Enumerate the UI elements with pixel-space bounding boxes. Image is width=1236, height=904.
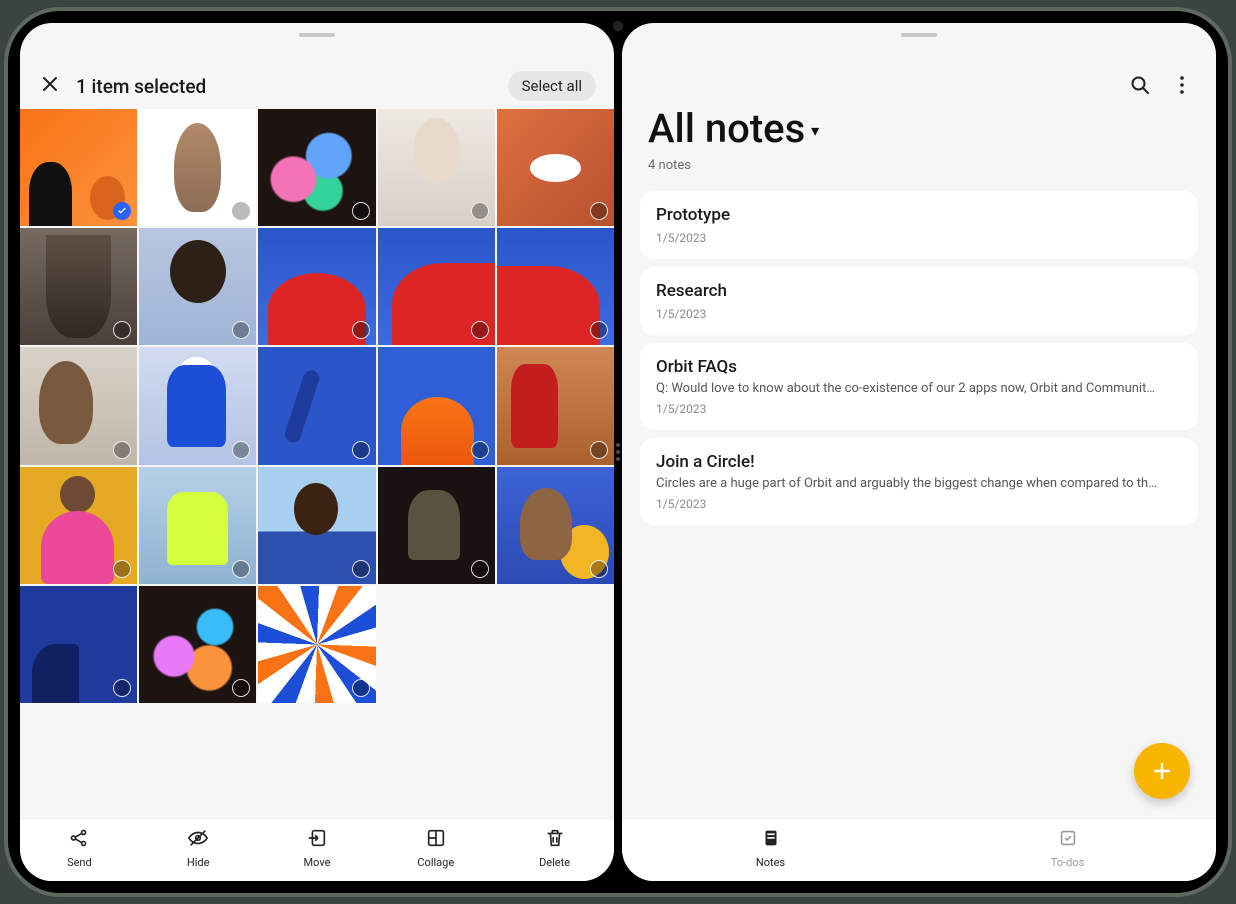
selection-checkbox[interactable] [232,441,250,459]
photo-grid [20,109,614,703]
notes-list: Prototype1/5/2023Research1/5/2023Orbit F… [622,181,1216,535]
selection-checkbox[interactable] [352,441,370,459]
share-icon [68,827,90,852]
add-note-button[interactable] [1134,743,1190,799]
note-date: 1/5/2023 [656,402,1182,416]
photo-thumb[interactable] [139,347,256,464]
move-label: Move [304,856,331,869]
move-icon [306,827,328,852]
photo-thumb[interactable] [139,109,256,226]
note-title: Join a Circle! [656,452,1182,472]
tablet-frame: 1 item selected Select all Send Hide Mov… [4,7,1232,897]
photo-thumb[interactable] [378,467,495,584]
notes-title[interactable]: All notes ▾ [648,105,819,152]
photo-thumb[interactable] [139,467,256,584]
pane-grabber-left[interactable] [299,33,335,37]
send-button[interactable]: Send [39,827,119,869]
photo-thumb[interactable] [378,228,495,345]
photo-thumb[interactable] [258,467,375,584]
close-icon[interactable] [38,72,62,100]
photo-thumb[interactable] [497,347,614,464]
selection-checkbox[interactable] [471,202,489,220]
more-icon[interactable] [1170,73,1194,101]
note-card[interactable]: Prototype 1/5/2023 [640,191,1198,259]
notes-icon [760,827,782,852]
note-card[interactable]: Research 1/5/2023 [640,267,1198,335]
note-date: 1/5/2023 [656,231,1182,245]
split-screen: 1 item selected Select all Send Hide Mov… [20,23,1216,881]
hide-icon [187,827,209,852]
selection-checkbox[interactable] [471,560,489,578]
note-snippet: Circles are a huge part of Orbit and arg… [656,476,1182,491]
note-date: 1/5/2023 [656,307,1182,321]
selection-checkbox[interactable] [352,202,370,220]
note-date: 1/5/2023 [656,497,1182,511]
note-card[interactable]: Join a Circle! Circles are a huge part of… [640,438,1198,525]
notes-header: All notes ▾ 4 notes [622,91,1216,181]
photo-thumb[interactable] [139,586,256,703]
selection-checkbox[interactable] [113,441,131,459]
photo-thumb[interactable] [20,586,137,703]
notes-bottom-tabs: Notes To-dos [622,818,1216,881]
tab-notes[interactable]: Notes [731,827,811,869]
pane-grabber-right[interactable] [901,33,937,37]
delete-label: Delete [539,856,570,869]
photo-thumb[interactable] [378,109,495,226]
photo-thumb[interactable] [258,586,375,703]
photo-thumb[interactable] [258,109,375,226]
note-title: Research [656,281,1182,301]
photo-thumb[interactable] [258,347,375,464]
photo-thumb[interactable] [378,347,495,464]
selection-checkbox[interactable] [352,679,370,697]
send-label: Send [67,856,92,869]
selection-checkbox[interactable] [352,321,370,339]
notes-title-text: All notes [648,105,805,152]
note-title: Prototype [656,205,1182,225]
selection-checkbox[interactable] [113,560,131,578]
collage-button[interactable]: Collage [396,827,476,869]
trash-icon [544,827,566,852]
photo-thumb[interactable] [20,109,137,226]
delete-button[interactable]: Delete [515,827,595,869]
collage-label: Collage [417,856,454,869]
todos-icon [1057,827,1079,852]
chevron-down-icon: ▾ [811,121,819,140]
photo-thumb[interactable] [497,109,614,226]
selection-checkbox[interactable] [471,441,489,459]
note-snippet: Q: Would love to know about the co-exist… [656,381,1182,396]
gallery-app: 1 item selected Select all Send Hide Mov… [20,23,614,881]
photo-thumb[interactable] [20,467,137,584]
photo-thumb[interactable] [20,347,137,464]
note-card[interactable]: Orbit FAQs Q: Would love to know about th… [640,343,1198,430]
photo-thumb[interactable] [139,228,256,345]
gallery-header: 1 item selected Select all [20,59,614,109]
hide-label: Hide [187,856,210,869]
photo-thumb[interactable] [497,467,614,584]
tab-todos-label: To-dos [1051,856,1085,869]
photo-thumb[interactable] [20,228,137,345]
selection-checkbox[interactable] [352,560,370,578]
gallery-toolbar: Send Hide Move Collage Delete [20,818,614,881]
hide-button[interactable]: Hide [158,827,238,869]
collage-icon [425,827,447,852]
move-button[interactable]: Move [277,827,357,869]
selection-count-label: 1 item selected [76,75,206,98]
selection-checkbox[interactable] [590,560,608,578]
split-handle[interactable] [616,443,620,461]
notes-count: 4 notes [648,158,1190,173]
notes-top-icons [1128,73,1194,101]
note-title: Orbit FAQs [656,357,1182,377]
search-icon[interactable] [1128,73,1152,101]
photo-thumb[interactable] [497,228,614,345]
photo-thumb[interactable] [258,228,375,345]
select-all-button[interactable]: Select all [508,71,596,101]
selection-checkbox[interactable] [590,441,608,459]
notes-app: All notes ▾ 4 notes Prototype1/5/2023Res… [622,23,1216,881]
tab-todos[interactable]: To-dos [1028,827,1108,869]
tab-notes-label: Notes [756,856,785,869]
